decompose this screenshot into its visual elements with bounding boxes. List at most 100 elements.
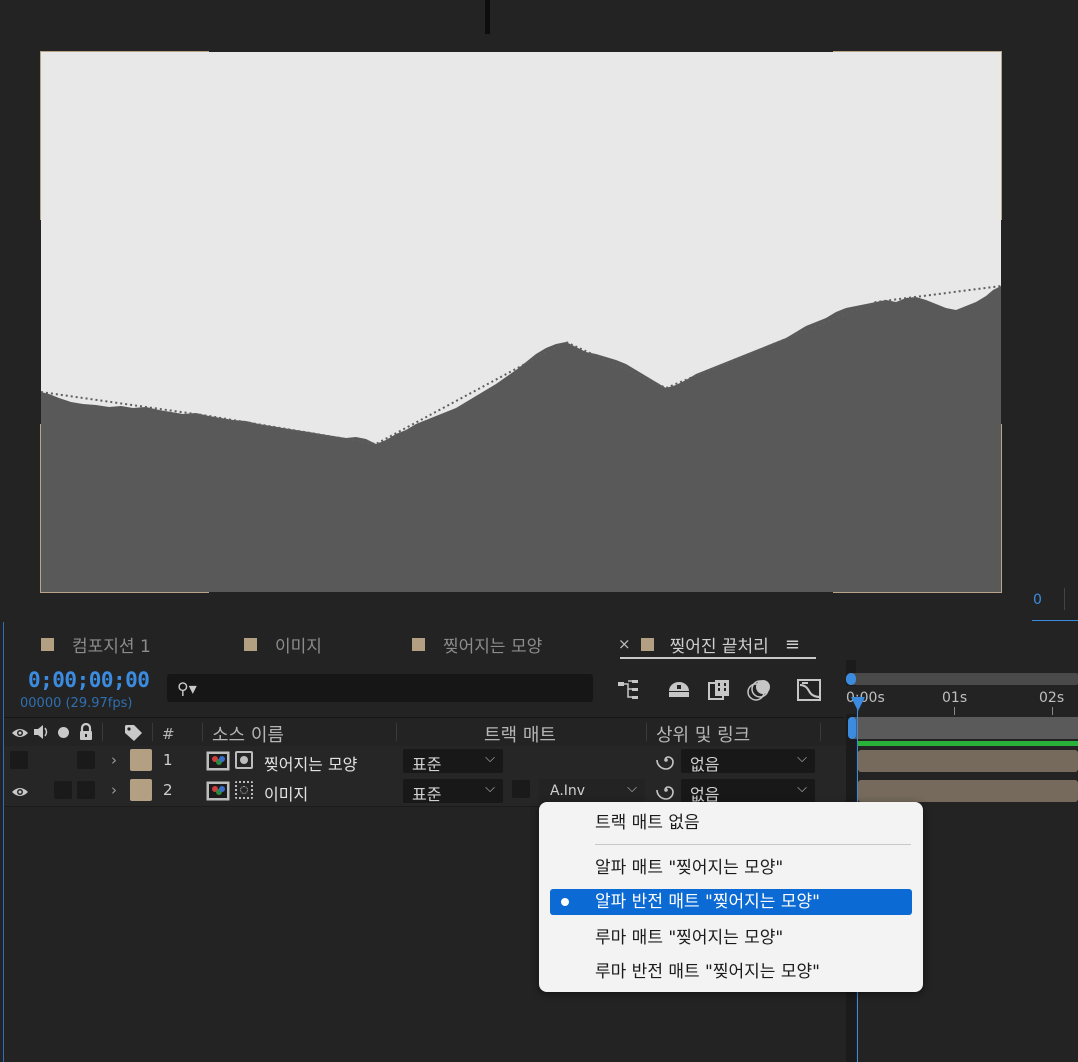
composition-icon [206,781,230,805]
tab-tearing-shape[interactable]: 찢어지는 모양 [412,633,542,657]
ruler-tick [954,707,955,715]
video-toggle[interactable] [10,751,28,769]
eye-icon[interactable] [11,725,29,744]
blend-mode-dropdown[interactable]: 표준 ⌵ [403,749,503,774]
tab-torn-edge[interactable]: × 찢어진 끝처리 ≡ [618,633,800,657]
tab-label: 컴포지션 1 [72,636,151,657]
frame-blending-icon[interactable] [706,677,732,703]
layer-duration-bar-1[interactable] [858,750,1078,772]
draft-3d-icon[interactable] [666,677,692,703]
label-color-swatch [412,637,425,651]
ruler-tick [1052,707,1053,715]
viewer-readout: 0 [1033,592,1042,608]
viewer-resize-handle[interactable] [485,0,490,34]
layer-search-input[interactable] [167,674,593,702]
column-parent-link-header[interactable]: 상위 및 링크 [656,721,750,747]
label-color-swatch [640,637,654,651]
blend-mode-dropdown[interactable]: 표준 ⌵ [403,779,503,804]
graph-editor-icon[interactable] [796,677,822,703]
work-area-bar[interactable] [852,717,1078,739]
expand-chevron-icon[interactable]: › [111,751,117,769]
parent-value: 없음 [690,755,720,774]
label-color-swatch[interactable] [130,779,152,801]
track-matte-menu: 트랙 매트 없음 알파 매트 "찢어지는 모양" 알파 반전 매트 "찢어지는 … [539,802,923,992]
column-separator [102,723,103,741]
column-separator [202,723,203,741]
column-separator [396,723,397,741]
current-time-display[interactable]: 0;00;00;00 [28,668,150,692]
label-color-swatch[interactable] [130,749,152,771]
column-separator [646,723,647,741]
composition-flowchart-icon[interactable] [616,677,642,703]
close-icon[interactable]: × [618,635,631,653]
label-tag-icon[interactable] [124,724,144,746]
column-source-name-header[interactable]: 소스 이름 [212,721,284,747]
chevron-down-icon: ⌵ [797,751,807,766]
lock-icon[interactable] [78,722,94,744]
speaker-icon[interactable] [33,724,51,744]
menu-item-no-track-matte[interactable]: 트랙 매트 없음 [595,811,700,835]
layer-name[interactable]: 찢어지는 모양 [264,751,357,775]
track-matte-pickwhip[interactable] [512,780,530,798]
menu-item-alpha-inverted-matte[interactable]: 알파 반전 매트 "찢어지는 모양" [595,890,820,914]
frame-rate-readout: 00000 (29.97fps) [20,696,133,711]
column-track-matte-header[interactable]: 트랙 매트 [484,721,556,747]
parent-dropdown[interactable]: 없음 ⌵ [681,749,815,774]
chevron-down-icon: ⌵ [627,781,637,796]
panel-menu-icon[interactable]: ≡ [785,634,800,655]
title-safe-corner-tl [40,51,209,220]
menu-separator [595,844,911,845]
menu-item-alpha-matte[interactable]: 알파 매트 "찢어지는 모양" [595,856,783,880]
chevron-down-icon: ⌵ [485,781,495,796]
track-matte-dropdown[interactable]: A.Inv ⌵ [539,779,645,803]
layer-name[interactable]: 이미지 [264,781,308,805]
pickwhip-icon[interactable] [656,780,676,804]
tab-label: 이미지 [275,636,322,657]
column-separator [820,723,821,741]
time-navigator-bar[interactable] [848,673,1078,685]
expand-chevron-icon[interactable]: › [111,781,117,799]
column-number-header[interactable]: # [162,725,175,743]
layer-index: 2 [163,781,173,799]
solo-icon[interactable] [58,727,69,738]
layer-duration-bar-2[interactable] [858,780,1078,802]
active-tab-indicator [620,657,816,659]
solo-toggle[interactable] [54,781,72,799]
eye-icon[interactable] [11,784,29,803]
chevron-down-icon: ⌵ [797,781,807,796]
lock-toggle[interactable] [77,781,95,799]
label-color-swatch [244,637,257,651]
title-safe-corner-tr [833,51,1002,220]
column-separator [152,723,153,741]
time-navigator-start-handle[interactable] [846,673,856,685]
viewer-separator [1064,588,1065,610]
layer-row-1[interactable]: › 1 찢어지는 모양 표준 ⌵ 없음 ⌵ [4,746,846,777]
tab-image[interactable]: 이미지 [244,633,322,657]
track-matte-value: A.Inv [550,783,586,799]
blend-mode-value: 표준 [412,755,442,774]
ruler-label: 01s [942,690,968,706]
track-matte-source-icon[interactable] [235,751,253,769]
label-color-swatch [41,637,54,651]
playhead-handle[interactable] [851,697,865,711]
work-area-start-handle[interactable] [848,717,856,739]
menu-item-luma-matte[interactable]: 루마 매트 "찢어지는 모양" [595,926,783,950]
title-safe-corner-br [833,424,1002,593]
pickwhip-icon[interactable] [656,750,676,774]
layer-index: 1 [163,751,173,769]
selected-bullet-icon [561,898,569,906]
matte-target-icon[interactable] [235,781,253,799]
panel-focus-border [3,622,4,1062]
composition-icon [206,751,230,775]
parent-dropdown[interactable]: 없음 ⌵ [681,779,815,804]
lock-toggle[interactable] [77,751,95,769]
tab-composition-1[interactable]: 컴포지션 1 [41,633,151,657]
tab-label: 찢어진 끝처리 [669,636,769,657]
render-cache-indicator [858,741,1078,746]
motion-blur-icon[interactable] [746,677,772,703]
chevron-down-icon: ⌵ [485,751,495,766]
search-icon[interactable]: ⚲▾ [177,679,197,698]
menu-item-luma-inverted-matte[interactable]: 루마 반전 매트 "찢어지는 모양" [595,960,820,984]
ruler-label: 02s [1039,690,1065,706]
viewer-active-line [1032,620,1078,621]
